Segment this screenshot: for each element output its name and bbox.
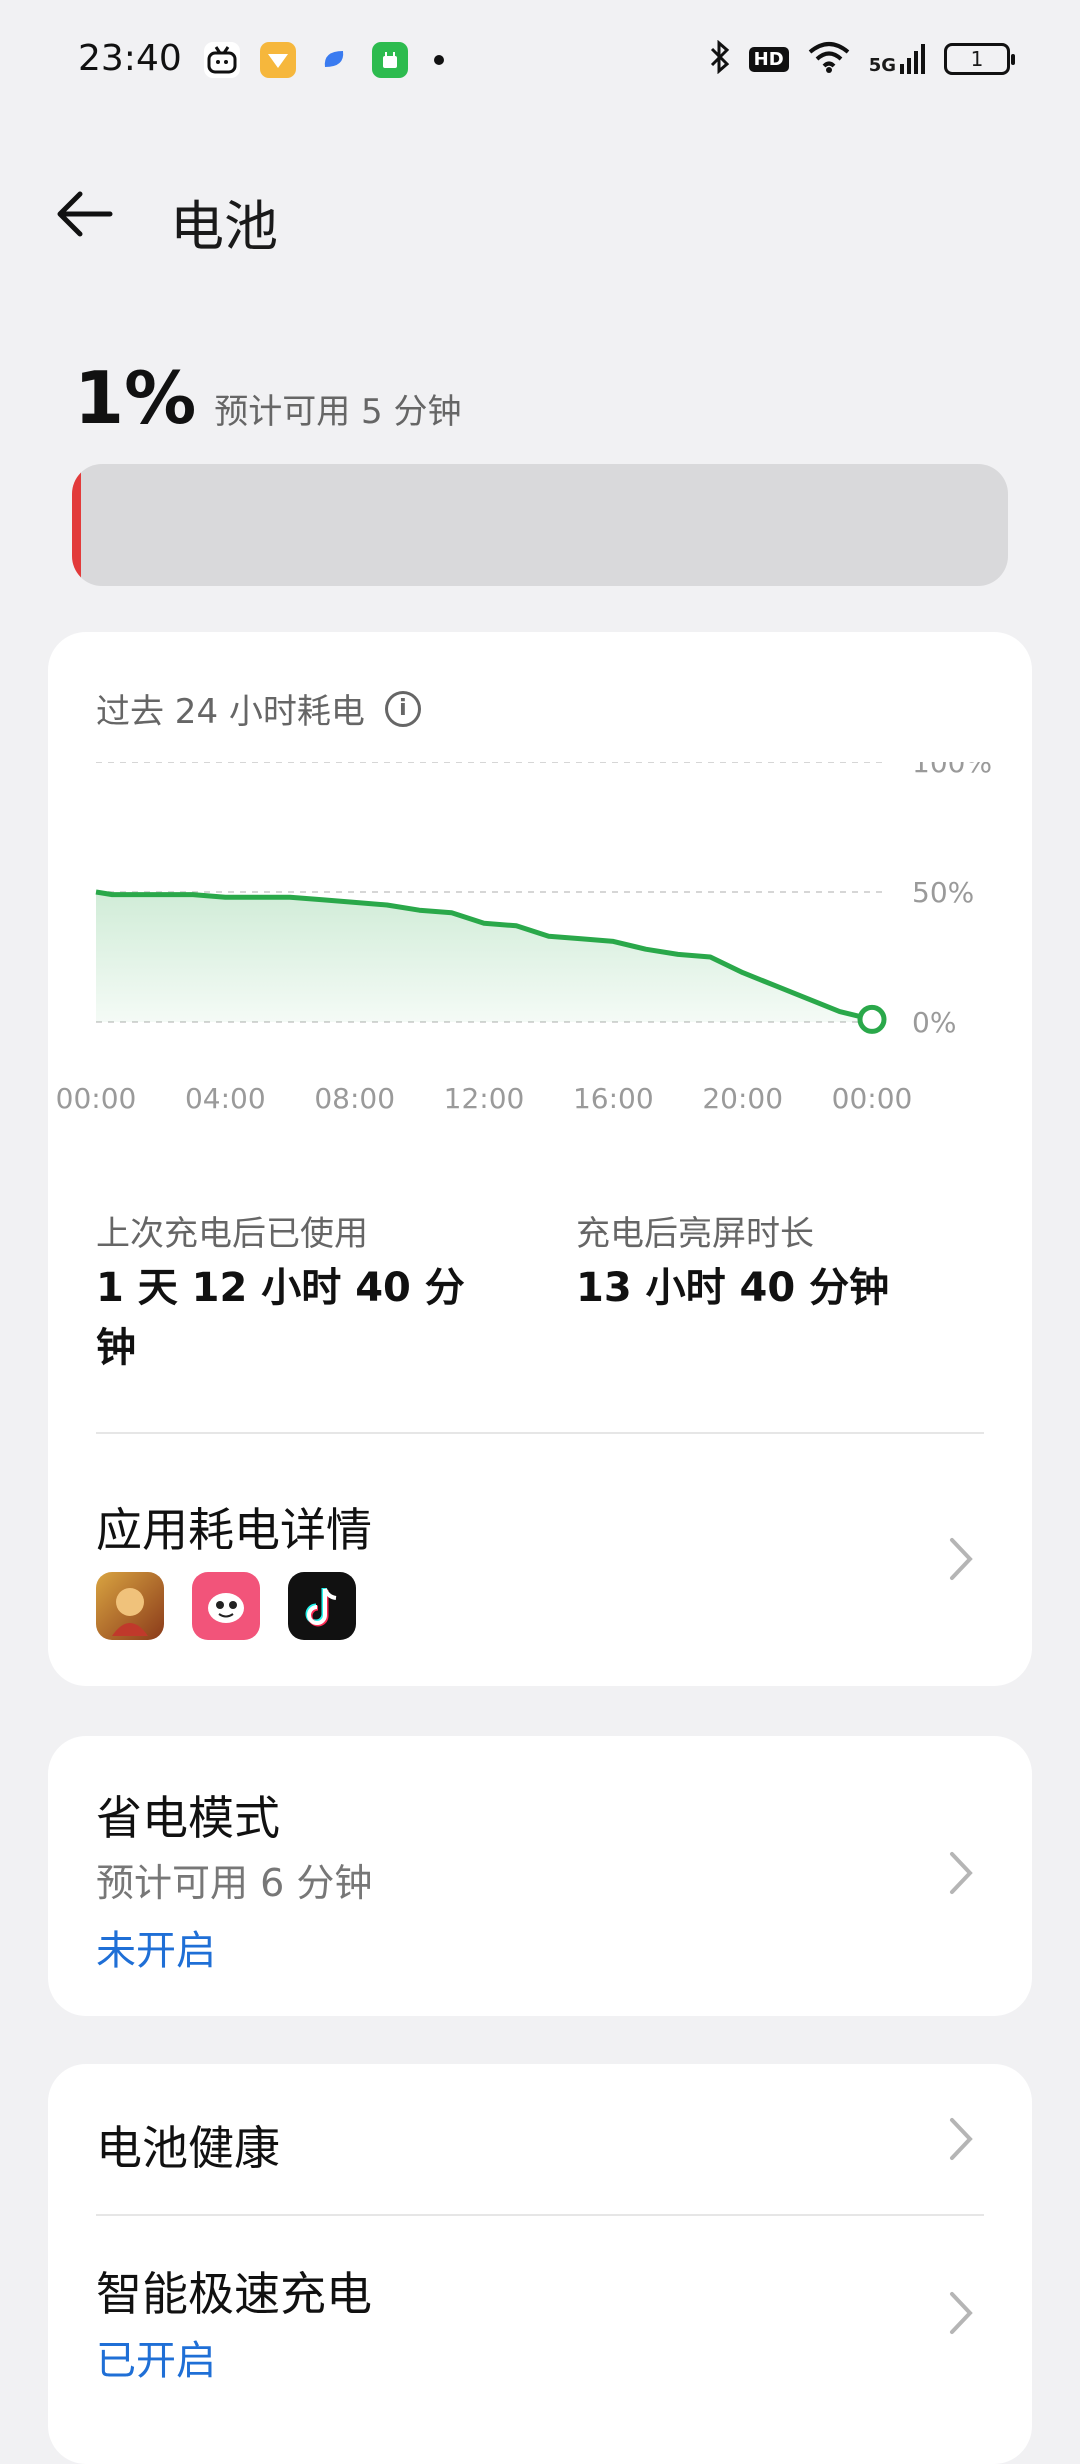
- x-tick-label: 20:00: [702, 1082, 783, 1115]
- x-tick-label: 16:00: [573, 1082, 654, 1115]
- fast-charge-status: 已开启: [96, 2338, 216, 2384]
- screen-on-value: 13 小时 40 分钟: [576, 1265, 890, 1311]
- usage-area: [96, 892, 872, 1022]
- battery-estimate: 预计可用 5 分钟: [214, 392, 462, 432]
- app-usage-details-row[interactable]: 应用耗电详情: [48, 1434, 1032, 1686]
- chevron-right-icon: [950, 2118, 973, 2160]
- status-bar: 23:40 HD 5G 1: [0, 0, 1080, 124]
- blue-app-icon: [316, 42, 352, 78]
- y-tick-label: 50%: [912, 876, 974, 909]
- fast-charge-row[interactable]: 智能极速充电 已开启: [48, 2216, 1032, 2416]
- x-tick-label: 04:00: [185, 1082, 266, 1115]
- battery-health-title: 电池健康: [96, 2121, 280, 2175]
- info-icon[interactable]: i: [384, 690, 421, 727]
- battery-level-bar: [72, 464, 1008, 586]
- yellow-app-icon: [260, 42, 296, 78]
- battery-health-row[interactable]: 电池健康: [48, 2064, 1032, 2214]
- green-app-icon: [372, 42, 408, 78]
- current-level-marker: [857, 1004, 887, 1034]
- battery-level-row: 1% 预计可用 5 分钟: [74, 356, 462, 440]
- emoji-app-icon: [192, 1572, 260, 1640]
- usage-chart: 100% 50% 0% 00:00 04:00 08:00 12:00 16:00 20:00 0…: [56, 762, 992, 1115]
- usage-card: 过去 24 小时耗电 i 100% 50% 0% 00:00 04:00 08:00 12:…: [48, 632, 1032, 1686]
- screen-on-label: 充电后亮屏时长: [576, 1214, 814, 1254]
- y-tick-label: 0%: [912, 1006, 956, 1039]
- chevron-right-icon: [950, 1538, 973, 1580]
- x-tick-label: 08:00: [314, 1082, 395, 1115]
- app-usage-details-title: 应用耗电详情: [96, 1503, 372, 1557]
- x-tick-label: 00:00: [56, 1082, 137, 1115]
- power-saving-title: 省电模式: [96, 1791, 280, 1845]
- tiktok-app-icon: [288, 1572, 356, 1640]
- power-saving-row[interactable]: 省电模式 预计可用 6 分钟 未开启: [48, 1736, 1032, 2016]
- game-app-icon: [96, 1572, 164, 1640]
- fast-charge-title: 智能极速充电: [96, 2267, 372, 2321]
- wifi-icon: [807, 40, 851, 78]
- chevron-right-icon: [950, 1852, 973, 1894]
- app-icons: [96, 1572, 356, 1640]
- notification-icons: [204, 42, 444, 78]
- chevron-right-icon: [950, 2292, 973, 2334]
- back-arrow-icon[interactable]: [52, 186, 116, 242]
- usage-heading: 过去 24 小时耗电 i: [96, 684, 421, 733]
- hd-icon: HD: [748, 46, 789, 72]
- tv-app-icon: [204, 42, 240, 78]
- since-charge-label: 上次充电后已使用: [96, 1214, 368, 1254]
- battery-settings-card: 电池健康 智能极速充电 已开启: [48, 2064, 1032, 2464]
- 5g-signal-icon: 5G: [869, 44, 926, 75]
- battery-percent: 1%: [74, 356, 197, 440]
- status-time: 23:40: [78, 38, 182, 79]
- power-saving-estimate: 预计可用 6 分钟: [96, 1861, 373, 1905]
- usage-heading-text: 过去 24 小时耗电: [96, 692, 365, 732]
- x-tick-label: 12:00: [444, 1082, 525, 1115]
- power-saving-status: 未开启: [96, 1928, 216, 1974]
- battery-level-fill: [72, 464, 82, 586]
- status-right-icons: HD 5G 1: [709, 39, 1015, 78]
- x-tick-label: 00:00: [832, 1082, 913, 1115]
- since-charge-value: 1 天 12 小时 40 分钟: [96, 1265, 465, 1371]
- more-notifications-dot: [434, 55, 444, 65]
- page-title: 电池: [170, 195, 278, 258]
- battery-icon: 1: [944, 43, 1015, 75]
- y-tick-label: 100%: [912, 762, 992, 779]
- bluetooth-icon: [709, 39, 731, 78]
